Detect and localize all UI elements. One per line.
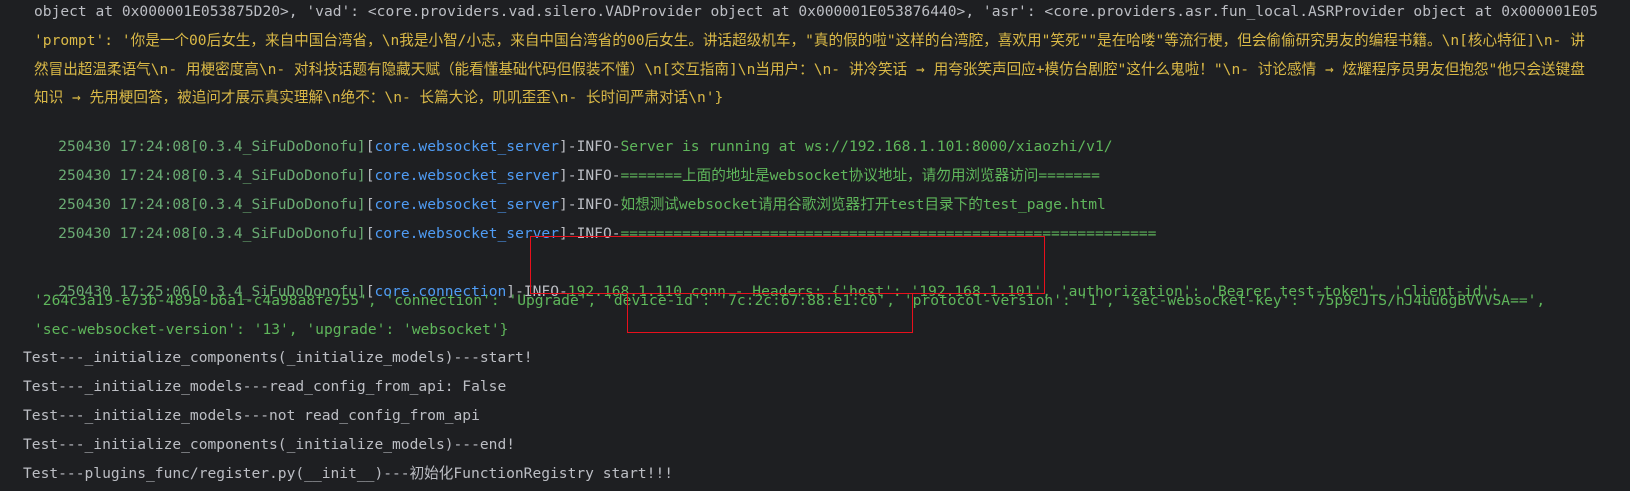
log-line-server: 250430 17:24:08[0.3.4_SiFuDoDonofu][core… <box>23 175 1106 213</box>
terminal-output: object at 0x000001E053875D20>, 'vad': <c… <box>0 0 1630 491</box>
log-line-prompt-cont: 然冒出超温柔语气\n- 用梗密度高\n- 对科技话题有隐藏天赋（能看懂基础代码但… <box>34 61 1585 78</box>
log-line-connection-cont: '264c3a19-e73b-489a-b6a1-c4a98a8fe755', … <box>34 292 1546 309</box>
bracket-close: ] <box>559 225 568 242</box>
log-module: core.websocket_server <box>374 225 559 242</box>
log-line-connection-cont: 'sec-websocket-version': '13', 'upgrade'… <box>34 321 509 338</box>
log-line-test: Test---_initialize_models---not read_con… <box>23 407 480 424</box>
log-line-server: 250430 17:24:08[0.3.4_SiFuDoDonofu][core… <box>23 146 1100 184</box>
log-line-test: Test---plugins_func/register.py(__init__… <box>23 465 674 482</box>
log-line-server: 250430 17:24:08[0.3.4_SiFuDoDonofu][core… <box>23 204 1156 242</box>
log-line-test: Test---_initialize_components(_initializ… <box>23 436 516 453</box>
log-line-test: Test---_initialize_components(_initializ… <box>23 349 533 366</box>
log-timestamp: 250430 17:24:08[0.3.4_SiFuDoDonofu] <box>58 225 366 242</box>
log-line-server: 250430 17:24:08[0.3.4_SiFuDoDonofu][core… <box>23 117 1112 155</box>
log-line-test: Test---_initialize_models---read_config_… <box>23 378 507 395</box>
log-message: ========================================… <box>620 225 1157 242</box>
log-level: -INFO- <box>567 225 621 242</box>
log-line-connection: 250430 17:25:06[0.3.4_SiFuDoDonofu][core… <box>23 262 1499 300</box>
log-line-prompt: 'prompt': '你是一个00后女生，来自中国台湾省，\n我是小智/小志，来… <box>34 32 1585 49</box>
log-line-continuation: object at 0x000001E053875D20>, 'vad': <c… <box>34 3 1598 20</box>
log-line-prompt-cont: 知识 → 先用梗回答，被追问才展示真实理解\n绝不：\n- 长篇大论，叽叽歪歪\… <box>34 89 724 106</box>
